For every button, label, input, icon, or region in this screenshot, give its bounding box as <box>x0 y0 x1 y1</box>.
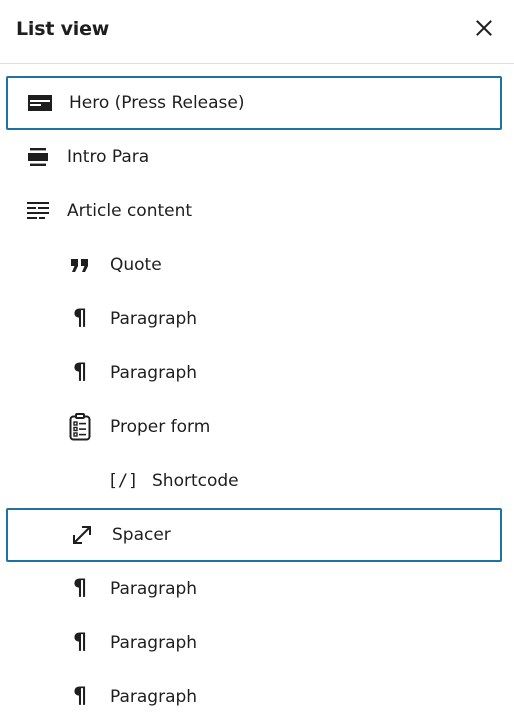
list-item-label: Paragraph <box>110 633 198 653</box>
list-item-label: Article content <box>67 201 193 221</box>
list-item-quote[interactable]: Quote <box>6 238 502 292</box>
list-item-label: Intro Para <box>67 147 150 167</box>
paragraph-icon: ¶ <box>73 576 87 601</box>
paragraph-icon: ¶ <box>73 360 87 385</box>
post-content-icon <box>25 198 51 224</box>
list-item-label: Paragraph <box>110 309 198 329</box>
panel-title: List view <box>16 18 110 40</box>
list-item-paragraph[interactable]: ¶ Paragraph <box>6 346 502 400</box>
cover-block-icon <box>27 90 53 116</box>
list-item-article-content[interactable]: Article content <box>6 184 502 238</box>
list-item-label: Quote <box>110 255 162 275</box>
list-item-spacer[interactable]: Spacer <box>6 508 502 562</box>
paragraph-icon: ¶ <box>73 630 87 655</box>
list-item-paragraph[interactable]: ¶ Paragraph <box>6 292 502 346</box>
list-item-proper-form[interactable]: Proper form <box>6 400 502 454</box>
list-item-intro-para[interactable]: Intro Para <box>6 130 502 184</box>
list-item-label: Paragraph <box>110 687 198 707</box>
list-item-label: Spacer <box>112 525 171 545</box>
list-item-label: Shortcode <box>152 471 239 491</box>
spacer-icon <box>69 522 95 548</box>
list-item-hero[interactable]: Hero (Press Release) <box>6 76 502 130</box>
list-item-label: Hero (Press Release) <box>69 93 245 113</box>
list-item-label: Paragraph <box>110 363 198 383</box>
group-block-icon <box>25 144 51 170</box>
quote-icon <box>67 252 93 278</box>
close-icon <box>476 20 492 36</box>
form-icon <box>67 413 93 441</box>
list-item-paragraph[interactable]: ¶ Paragraph <box>6 616 502 670</box>
list-item-paragraph[interactable]: ¶ Paragraph <box>6 670 502 724</box>
list-item-paragraph[interactable]: ¶ Paragraph <box>6 562 502 616</box>
paragraph-icon: ¶ <box>73 306 87 331</box>
paragraph-icon: ¶ <box>73 684 87 709</box>
close-button[interactable] <box>470 14 498 42</box>
list-item-label: Proper form <box>110 417 211 437</box>
list-item-label: Paragraph <box>110 579 198 599</box>
list-item-shortcode[interactable]: [/] Shortcode <box>6 454 502 508</box>
list-view-header: List view <box>0 0 514 64</box>
shortcode-icon: [/] <box>107 471 139 491</box>
